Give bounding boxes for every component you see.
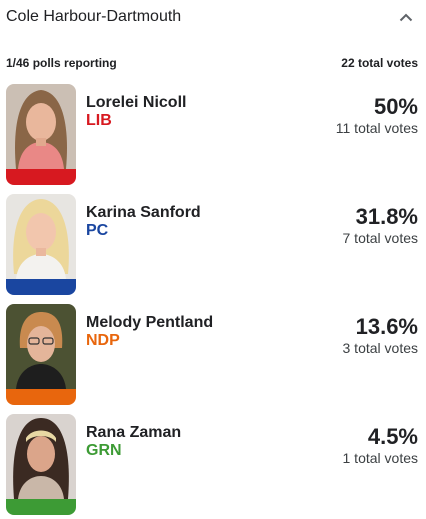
polls-reporting: 1/46 polls reporting: [6, 56, 117, 70]
candidate-party: GRN: [86, 442, 122, 459]
candidate-photo: [6, 84, 76, 185]
vote-percentage: 50%: [373, 94, 418, 119]
candidate-portrait-image: [6, 304, 76, 389]
candidate-name: Karina Sanford: [86, 204, 201, 221]
candidate-party: LIB: [86, 112, 112, 129]
candidate-row[interactable]: Lorelei Nicoll LIB 50% 11 total votes: [6, 84, 418, 185]
vote-count: 3 total votes: [342, 340, 419, 356]
vote-percentage: 31.8%: [355, 204, 418, 229]
district-name: Cole Harbour-Dartmouth: [6, 8, 182, 25]
party-color-band: [6, 169, 76, 185]
candidate-row[interactable]: Melody Pentland NDP 13.6% 3 total votes: [6, 304, 418, 405]
candidate-row[interactable]: Rana Zaman GRN 4.5% 1 total votes: [6, 414, 418, 515]
party-color-band: [6, 279, 76, 295]
candidate-portrait-image: [6, 84, 76, 169]
party-color-band: [6, 389, 76, 405]
vote-count: 7 total votes: [342, 230, 419, 246]
total-votes: 22 total votes: [341, 56, 418, 70]
chevron-up-icon: [399, 13, 413, 21]
candidate-name: Melody Pentland: [86, 314, 214, 331]
candidate-party: PC: [86, 222, 109, 239]
race-header: Cole Harbour-Dartmouth: [0, 0, 426, 36]
vote-count: 11 total votes: [335, 120, 418, 136]
vote-percentage: 13.6%: [355, 314, 418, 339]
candidate-name: Rana Zaman: [86, 424, 182, 441]
collapse-button[interactable]: [394, 7, 418, 27]
candidate-photo: [6, 414, 76, 515]
candidate-name: Lorelei Nicoll: [86, 94, 187, 111]
candidate-party: NDP: [86, 332, 120, 349]
results-summary: 1/46 polls reporting 22 total votes: [6, 56, 418, 70]
candidate-photo: [6, 194, 76, 295]
candidate-portrait-image: [6, 414, 76, 499]
candidate-portrait-image: [6, 194, 76, 279]
party-color-band: [6, 499, 76, 515]
candidate-row[interactable]: Karina Sanford PC 31.8% 7 total votes: [6, 194, 418, 295]
vote-count: 1 total votes: [342, 450, 419, 466]
candidate-photo: [6, 304, 76, 405]
vote-percentage: 4.5%: [367, 424, 418, 449]
